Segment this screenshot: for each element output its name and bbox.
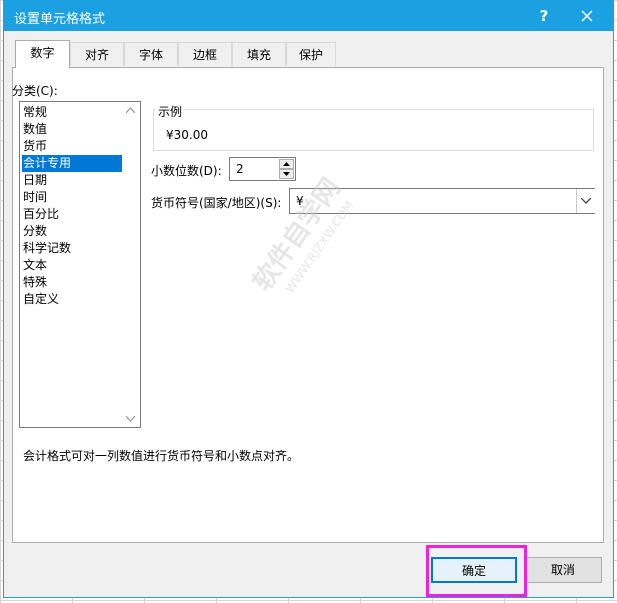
category-item-currency[interactable]: 货币 [22, 138, 123, 155]
triangle-down-icon [283, 172, 290, 176]
dialog-title: 设置单元格格式 [14, 12, 106, 27]
decimal-places-label: 小数位数(D): [151, 164, 222, 178]
category-scrollbar[interactable] [122, 103, 139, 426]
cancel-button[interactable]: 取消 [524, 557, 602, 583]
category-item-general[interactable]: 常规 [22, 104, 123, 121]
category-item-date[interactable]: 日期 [22, 172, 123, 189]
category-item-accounting[interactable]: 会计专用 [22, 155, 123, 172]
chevron-down-icon [581, 198, 591, 204]
help-button[interactable]: ? [524, 1, 564, 31]
tab-fill[interactable]: 填充 [232, 42, 286, 66]
sample-value: ¥30.00 [166, 128, 208, 142]
category-item-custom[interactable]: 自定义 [22, 291, 123, 308]
currency-dropdown-button[interactable] [576, 189, 595, 213]
spin-down-button[interactable] [279, 169, 294, 179]
triangle-up-icon [283, 162, 290, 166]
highlight-box [426, 545, 527, 597]
decimal-places-value[interactable]: 2 [236, 162, 244, 176]
category-item-percentage[interactable]: 百分比 [22, 206, 123, 223]
tab-border[interactable]: 边框 [178, 42, 232, 66]
category-item-fraction[interactable]: 分数 [22, 223, 123, 240]
spin-up-button[interactable] [279, 159, 294, 169]
category-list[interactable]: 常规 数值 货币 会计专用 日期 时间 百分比 分数 科学记数 文本 特殊 自定… [19, 101, 141, 428]
tab-alignment[interactable]: 对齐 [70, 42, 124, 66]
category-label: 分类(C): [12, 84, 58, 98]
category-item-scientific[interactable]: 科学记数 [22, 240, 123, 257]
decimal-places-input[interactable]: 2 [229, 157, 296, 181]
category-item-number[interactable]: 数值 [22, 121, 123, 138]
title-bar[interactable]: 设置单元格格式 ? [4, 1, 613, 31]
close-icon [581, 10, 593, 22]
tab-protection[interactable]: 保护 [286, 42, 336, 66]
scroll-up-icon[interactable] [126, 107, 135, 113]
category-item-text[interactable]: 文本 [22, 257, 123, 274]
currency-symbol-label: 货币符号(国家/地区)(S): [151, 196, 282, 210]
tab-number[interactable]: 数字 [15, 40, 70, 68]
category-item-special[interactable]: 特殊 [22, 274, 123, 291]
category-item-time[interactable]: 时间 [22, 189, 123, 206]
tab-font[interactable]: 字体 [124, 42, 178, 66]
scroll-down-icon[interactable] [126, 416, 135, 422]
format-description: 会计格式可对一列数值进行货币符号和小数点对齐。 [23, 449, 300, 463]
sample-group [153, 109, 594, 151]
sample-label: 示例 [156, 103, 185, 120]
close-button[interactable] [564, 1, 610, 31]
